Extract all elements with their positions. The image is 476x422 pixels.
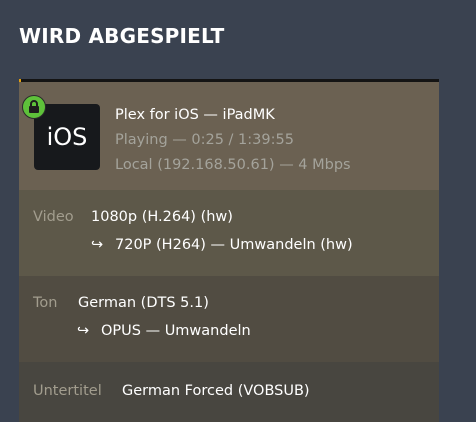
subtitle-label: Untertitel [33,383,102,399]
video-transcode-row: ↪ 720P (H264) — Umwandeln (hw) [91,235,353,255]
lock-icon [22,95,46,119]
audio-row: Ton German (DTS 5.1) [33,293,209,313]
video-label: Video [33,209,74,225]
now-playing-panel: WIRD ABGESPIELT iOS Plex for iOS — iPadM… [0,0,476,422]
playback-status: Playing — 0:25 / 1:39:55 [115,132,294,148]
session-info: Plex for iOS — iPadMK Playing — 0:25 / 1… [115,104,351,179]
audio-label: Ton [33,295,58,311]
audio-transcode-row: ↪ OPUS — Umwandeln [77,321,251,341]
network-info: Local (192.168.50.61) — 4 Mbps [115,157,351,173]
session-header: iOS Plex for iOS — iPadMK Playing — 0:25… [19,82,439,190]
section-title: WIRD ABGESPIELT [19,24,225,48]
transcode-arrow-icon: ↪ [91,237,104,253]
audio-target: OPUS — Umwandeln [101,323,251,339]
audio-source: German (DTS 5.1) [78,295,209,311]
session-title: Plex for iOS — iPadMK [115,107,275,123]
video-source: 1080p (H.264) (hw) [91,209,233,225]
session-card[interactable]: iOS Plex for iOS — iPadMK Playing — 0:25… [19,79,439,422]
video-row: Video 1080p (H.264) (hw) [33,207,233,227]
video-target: 720P (H264) — Umwandeln (hw) [115,237,353,253]
subtitle-source: German Forced (VOBSUB) [122,383,310,399]
subtitle-row: Untertitel German Forced (VOBSUB) [33,381,310,401]
video-stream-block: Video 1080p (H.264) (hw) ↪ 720P (H264) — U… [19,190,439,276]
transcode-arrow-icon: ↪ [77,323,90,339]
subtitle-stream-block: Untertitel German Forced (VOBSUB) [19,362,439,422]
audio-stream-block: Ton German (DTS 5.1) ↪ OPUS — Umwandeln [19,276,439,362]
app-icon: iOS [34,104,100,170]
